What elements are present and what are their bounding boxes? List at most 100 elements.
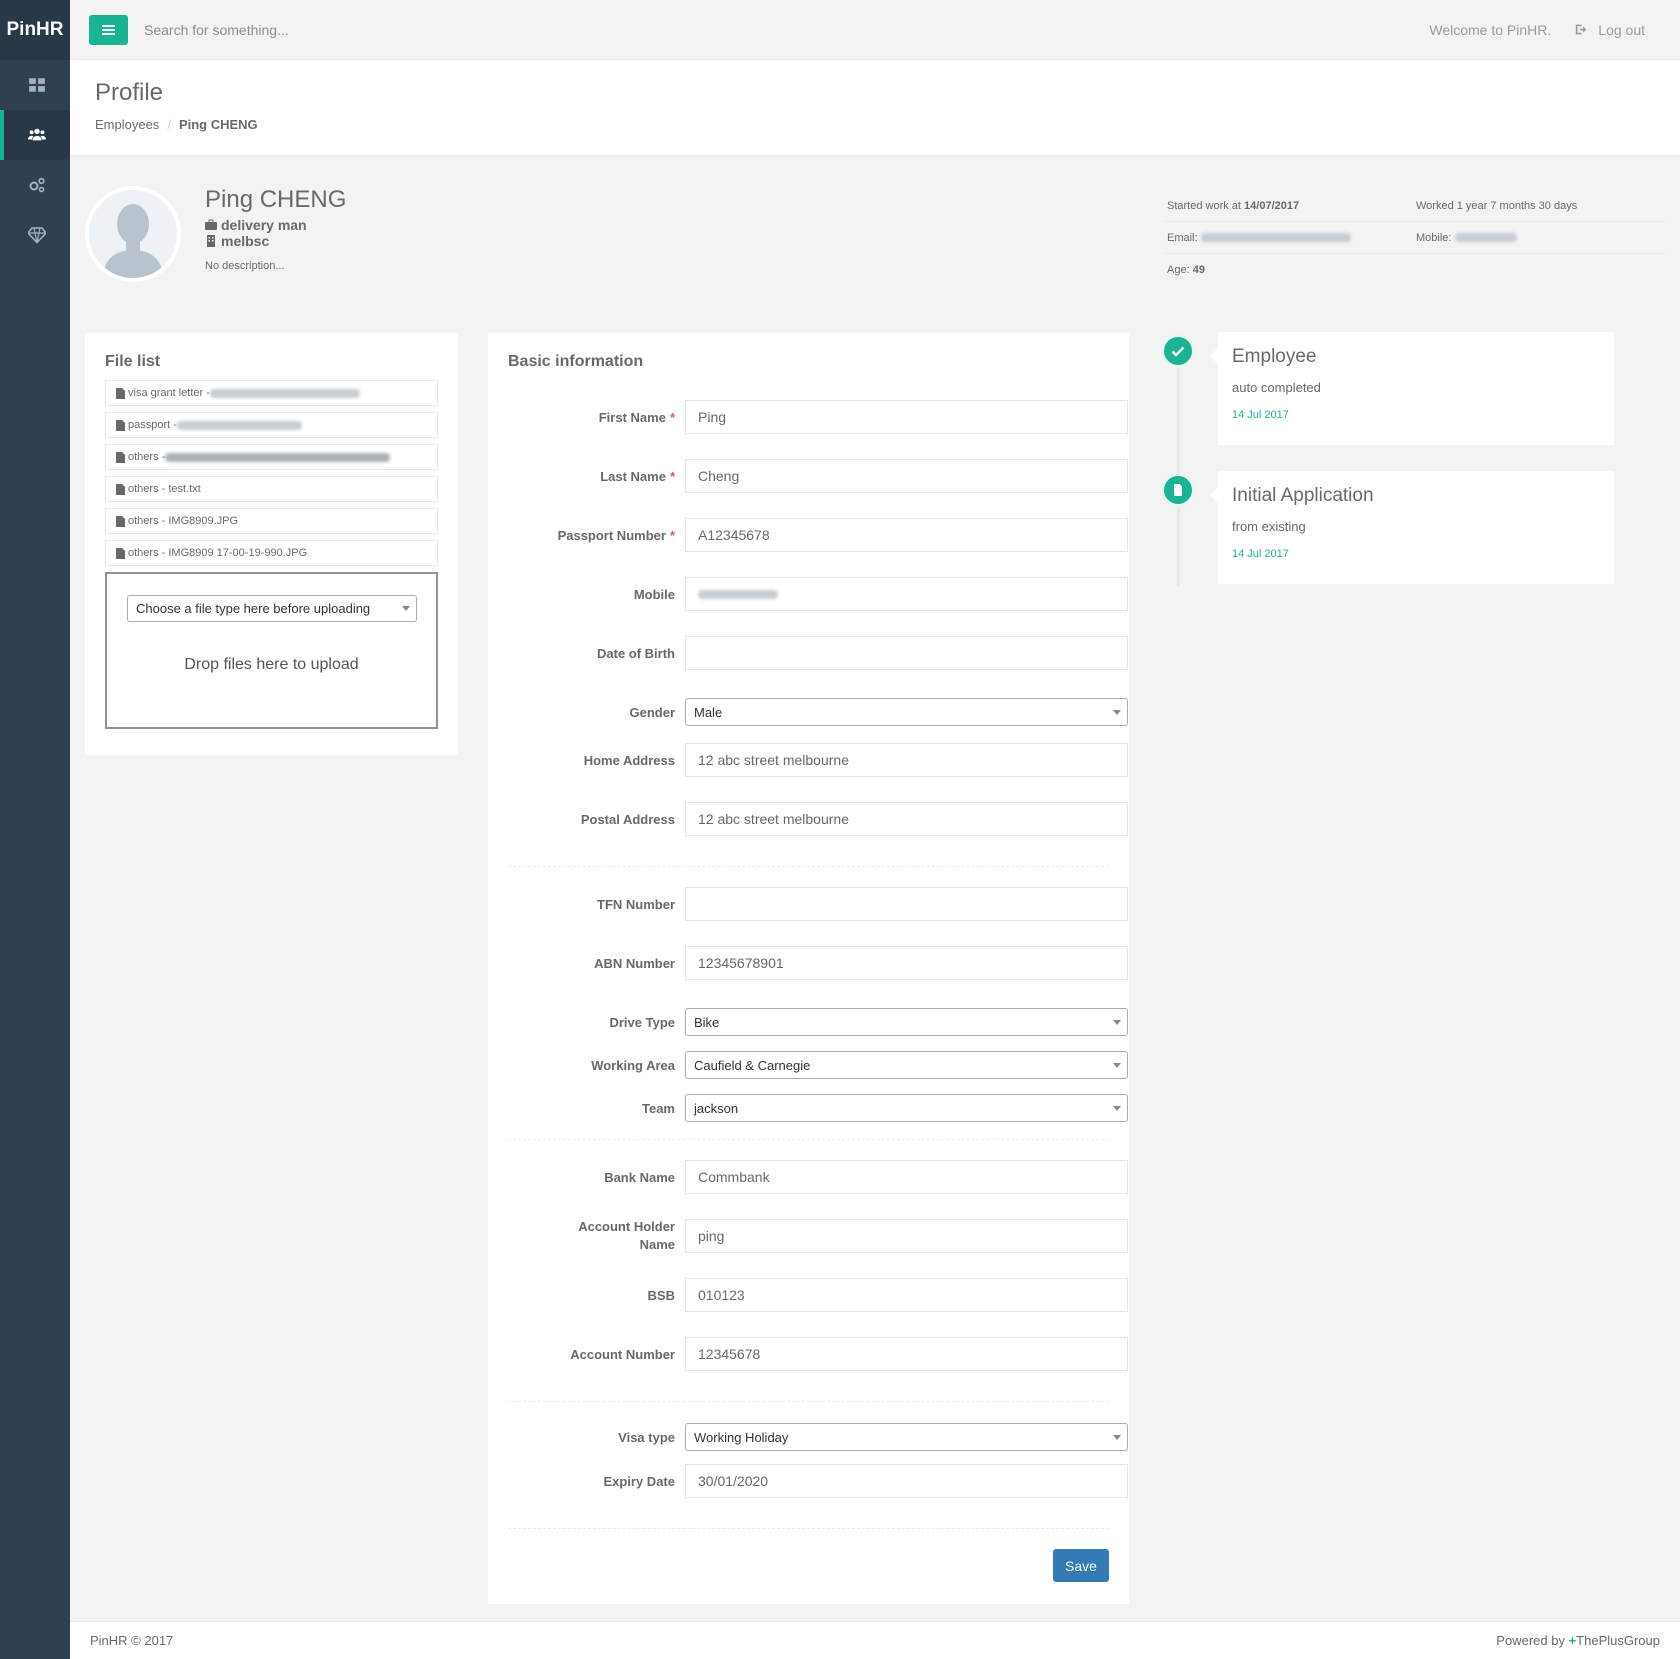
file-icon — [116, 420, 125, 431]
file-icon — [116, 452, 125, 463]
position-label: delivery man — [221, 217, 307, 233]
form-row-account-holder: Account HolderName ping — [508, 1219, 675, 1253]
account-holder-name-input[interactable]: ping — [685, 1219, 1128, 1253]
worked-duration: Worked 1 year 7 months 30 days — [1416, 200, 1665, 212]
file-type-select[interactable]: Choose a file type here before uploading — [127, 595, 417, 622]
file-icon — [1171, 483, 1185, 497]
sidebar-item-diamond[interactable] — [0, 210, 70, 260]
basic-information-panel: Basic information First Name* Ping Last … — [488, 333, 1129, 1604]
chevron-down-icon — [1113, 1435, 1121, 1440]
basic-information-title: Basic information — [508, 353, 1109, 371]
file-item[interactable]: others - IMG8909.JPG — [105, 508, 438, 534]
file-item[interactable]: others - test.txt — [105, 476, 438, 502]
mobile-redacted — [698, 590, 778, 599]
timeline-status-badge — [1161, 334, 1195, 368]
file-dropzone[interactable]: Choose a file type here before uploading… — [105, 572, 438, 729]
account-number-input[interactable]: 12345678 — [685, 1337, 1128, 1371]
form-row-postal-address: Postal Address 12 abc street melbourne — [508, 802, 675, 836]
form-row-passport: Passport Number* A12345678 — [508, 518, 675, 552]
form-divider — [508, 1528, 1109, 1529]
save-button[interactable]: Save — [1053, 1549, 1109, 1582]
mobile-redacted — [1455, 233, 1517, 242]
page-heading: Profile Employees/Ping CHENG — [70, 60, 1680, 156]
home-address-input[interactable]: 12 abc street melbourne — [685, 743, 1128, 777]
dashboard-icon — [28, 76, 46, 94]
form-row-account-number: Account Number 12345678 — [508, 1337, 675, 1371]
file-item[interactable]: others - — [105, 444, 438, 470]
expiry-date-input[interactable]: 30/01/2020 — [685, 1464, 1128, 1498]
email-redacted — [1201, 233, 1351, 242]
file-icon — [116, 388, 125, 399]
last-name-input[interactable]: Cheng — [685, 459, 1128, 493]
search-input[interactable] — [144, 15, 544, 45]
chevron-down-icon — [1113, 1106, 1121, 1111]
chevron-down-icon — [1113, 1020, 1121, 1025]
form-row-first-name: First Name* Ping — [508, 400, 675, 434]
page-title: Profile — [95, 79, 1680, 107]
file-item[interactable]: passport - — [105, 412, 438, 438]
passport-number-input[interactable]: A12345678 — [685, 518, 1128, 552]
branch-label: melbsc — [221, 233, 269, 249]
date-of-birth-input[interactable] — [685, 636, 1128, 670]
profile-meta: delivery man melbsc — [205, 217, 307, 249]
hamburger-icon — [102, 29, 115, 31]
breadcrumb-separator: / — [167, 117, 171, 132]
timeline-date: 14 Jul 2017 — [1232, 409, 1600, 421]
started-work: Started work at 14/07/2017 — [1167, 200, 1416, 212]
tfn-number-input[interactable] — [685, 887, 1128, 921]
timeline-subtitle: from existing — [1232, 519, 1600, 534]
working-area-select[interactable]: Caufield & Carnegie — [685, 1051, 1128, 1079]
postal-address-input[interactable]: 12 abc street melbourne — [685, 802, 1128, 836]
avatar — [85, 186, 181, 282]
users-icon — [28, 126, 46, 144]
team-select[interactable]: jackson — [685, 1094, 1128, 1122]
form-row-working-area: Working Area Caufield & Carnegie — [508, 1051, 675, 1079]
file-item[interactable]: visa grant letter - — [105, 380, 438, 406]
age-value: 49 — [1193, 264, 1205, 276]
footer-company-link[interactable]: ThePlusGroup — [1576, 1633, 1660, 1648]
profile-branch: melbsc — [205, 233, 307, 249]
file-list: visa grant letter - passport - others - … — [105, 380, 438, 566]
timeline-item-initial-application: Initial Application from existing 14 Jul… — [1218, 471, 1614, 584]
sidebar-item-employees[interactable] — [0, 110, 70, 160]
footer-copyright: PinHR © 2017 — [90, 1633, 173, 1648]
profile-stats: Started work at 14/07/2017 Worked 1 year… — [1165, 190, 1665, 286]
breadcrumb-employees[interactable]: Employees — [95, 117, 159, 132]
briefcase-icon — [205, 219, 217, 231]
building-icon — [205, 235, 217, 247]
chevron-down-icon — [1113, 710, 1121, 715]
timeline-status-badge — [1161, 473, 1195, 507]
gender-select[interactable]: Male — [685, 698, 1128, 726]
bsb-input[interactable]: 010123 — [685, 1278, 1128, 1312]
brand-logo[interactable]: PinHR — [0, 0, 70, 60]
form-row-last-name: Last Name* Cheng — [508, 459, 675, 493]
dropzone-text: Drop files here to upload — [107, 656, 436, 674]
form-row-team: Team jackson — [508, 1094, 675, 1122]
sidebar-item-dashboard[interactable] — [0, 60, 70, 110]
first-name-input[interactable]: Ping — [685, 400, 1128, 434]
form-divider — [508, 1401, 1109, 1402]
timeline-subtitle: auto completed — [1232, 380, 1600, 395]
mobile-input[interactable] — [685, 577, 1128, 611]
form-row-tfn: TFN Number — [508, 887, 675, 921]
file-icon — [116, 516, 125, 527]
timeline-item-employee: Employee auto completed 14 Jul 2017 — [1218, 332, 1614, 445]
email-info: Email: — [1167, 232, 1416, 244]
file-icon — [116, 484, 125, 495]
form-row-abn: ABN Number 12345678901 — [508, 946, 675, 980]
user-silhouette-icon — [89, 190, 177, 278]
abn-number-input[interactable]: 12345678901 — [685, 946, 1128, 980]
logout-link[interactable]: Log out — [1575, 22, 1645, 38]
visa-type-select[interactable]: Working Holiday — [685, 1423, 1128, 1451]
file-item[interactable]: others - IMG8909 17-00-19-990.JPG — [105, 540, 438, 566]
form-row-bsb: BSB 010123 — [508, 1278, 675, 1312]
bank-name-input[interactable]: Commbank — [685, 1160, 1128, 1194]
profile-header: Ping CHENG delivery man melbsc No descri… — [85, 186, 1665, 286]
drive-type-select[interactable]: Bike — [685, 1008, 1128, 1036]
sidebar-item-settings[interactable] — [0, 160, 70, 210]
form-row-bank-name: Bank Name Commbank — [508, 1160, 675, 1194]
sidebar: PinHR — [0, 0, 70, 1659]
profile-description: No description... — [205, 260, 284, 272]
profile-name: Ping CHENG — [205, 186, 346, 214]
menu-toggle-button[interactable] — [89, 15, 128, 45]
